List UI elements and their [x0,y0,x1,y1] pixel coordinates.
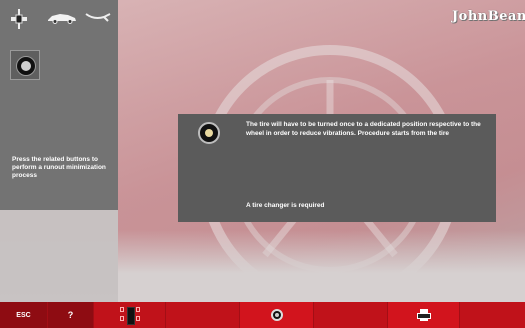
car-icon[interactable] [46,12,78,24]
rim-shape [21,61,31,71]
bottom-toolbar: ESC ? [0,302,525,328]
wheel-icon [198,122,220,144]
print-button[interactable] [388,302,460,328]
toolbar-slot-8[interactable] [460,302,525,328]
dialog-message: The tire will have to be turned once to … [246,121,481,137]
tire-shape [16,56,36,76]
toolbar-slot-6[interactable] [314,302,388,328]
johnbean-logo: JohnBean [452,9,525,24]
wheel-button[interactable] [240,302,314,328]
dialog-note: A tire changer is required [246,202,325,209]
esc-label: ESC [16,311,31,319]
wheel-icon[interactable] [10,50,40,80]
printer-icon [416,309,431,321]
toolbar-slot-4[interactable] [166,302,240,328]
runout-gauge-icon [119,307,140,325]
balancer-weight-icon[interactable] [8,8,30,30]
help-button[interactable]: ? [48,302,94,328]
wheel-icon [270,309,283,321]
help-label: ? [67,310,74,320]
hint-text: Press the related buttons to perform a r… [12,156,106,179]
info-dialog: The tire will have to be turned once to … [178,114,496,222]
esc-button[interactable]: ESC [0,302,48,328]
left-panel-lower [0,210,118,302]
left-panel: Press the related buttons to perform a r… [0,0,118,210]
wrench-icon[interactable] [84,10,112,24]
floor-area [118,230,525,302]
runout-gauge-button[interactable] [94,302,166,328]
